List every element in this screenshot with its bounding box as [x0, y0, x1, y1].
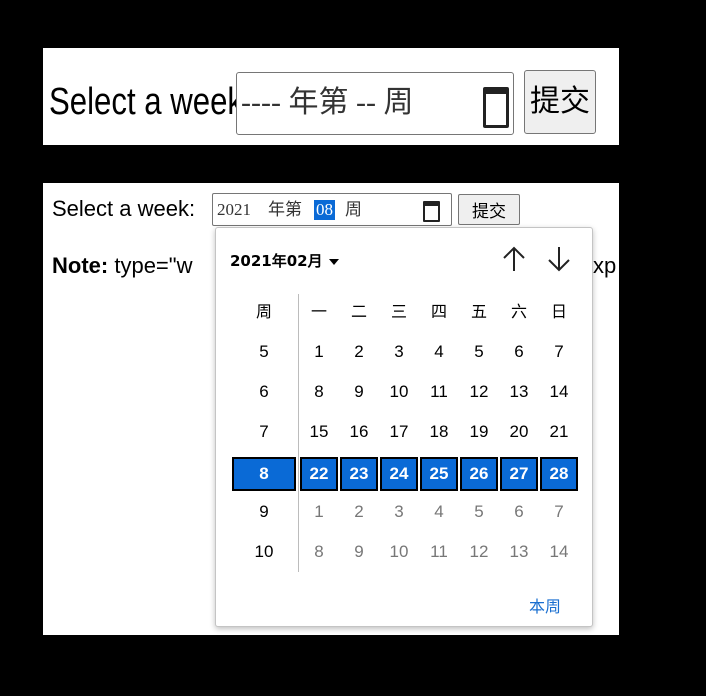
chevron-down-icon	[328, 258, 339, 265]
day-cell[interactable]: 13	[500, 375, 538, 409]
week-number-cell[interactable]: 10	[245, 535, 283, 569]
day-cell[interactable]: 6	[500, 495, 538, 529]
day-cell[interactable]: 14	[540, 535, 578, 569]
note-label: Note:	[52, 253, 109, 278]
weekday-header: 五	[470, 302, 487, 321]
previous-month-button[interactable]	[499, 244, 529, 274]
day-cell[interactable]: 10	[380, 535, 418, 569]
day-cell[interactable]: 22	[300, 457, 338, 491]
day-cell[interactable]: 28	[540, 457, 578, 491]
day-cell[interactable]: 20	[500, 415, 538, 449]
month-year-label: 2021年02月	[230, 252, 323, 270]
day-cell[interactable]: 6	[500, 335, 538, 369]
week-column-divider	[298, 294, 299, 572]
arrow-down-icon	[548, 247, 570, 272]
day-cell[interactable]: 13	[500, 535, 538, 569]
week-input-empty[interactable]: ---- 年第 -- 周	[236, 72, 514, 135]
day-cell[interactable]: 10	[380, 375, 418, 409]
day-cell[interactable]: 18	[420, 415, 458, 449]
day-cell[interactable]: 3	[380, 335, 418, 369]
day-cell[interactable]: 26	[460, 457, 498, 491]
this-week-button[interactable]: 本周	[529, 593, 561, 617]
day-cell[interactable]: 7	[540, 335, 578, 369]
day-cell[interactable]: 8	[300, 535, 338, 569]
day-cell[interactable]: 7	[540, 495, 578, 529]
week-picker-popup: 2021年02月 周一二三四五六日 5 1 2 3 4 5 6 7 6 8 9 10 11 12 13 14 7 1…	[215, 227, 593, 627]
zoomed-form-panel: Select a week: ---- 年第 -- 周 提交	[43, 48, 619, 145]
week-number-cell[interactable]: 9	[245, 495, 283, 529]
day-cell[interactable]: 21	[540, 415, 578, 449]
day-cell[interactable]: 9	[340, 535, 378, 569]
next-month-button[interactable]	[544, 244, 574, 274]
day-cell[interactable]: 4	[420, 495, 458, 529]
day-cell[interactable]: 9	[340, 375, 378, 409]
day-cell[interactable]: 14	[540, 375, 578, 409]
day-cell[interactable]: 11	[420, 375, 458, 409]
day-cell[interactable]: 15	[300, 415, 338, 449]
weekday-header: 四	[430, 302, 447, 321]
note-text: Note: type="w	[52, 253, 192, 279]
day-cell[interactable]: 5	[460, 335, 498, 369]
week-number-cell[interactable]: 7	[245, 415, 283, 449]
submit-button[interactable]: 提交	[524, 70, 596, 134]
day-cell[interactable]: 17	[380, 415, 418, 449]
arrow-up-icon	[503, 246, 525, 271]
day-cell[interactable]: 5	[460, 495, 498, 529]
submit-button[interactable]: 提交	[458, 194, 520, 225]
day-cell[interactable]: 2	[340, 335, 378, 369]
day-cell[interactable]: 19	[460, 415, 498, 449]
day-cell[interactable]: 1	[300, 335, 338, 369]
week-segment[interactable]: 08	[314, 200, 335, 220]
week-field-label: Select a week:	[52, 196, 196, 221]
note-text-tail: xp	[593, 253, 617, 278]
day-cell[interactable]: 11	[420, 535, 458, 569]
day-cell[interactable]: 23	[340, 457, 378, 491]
calendar-icon[interactable]	[423, 201, 440, 222]
weekday-header: 三	[390, 302, 407, 321]
year-suffix: 年第	[268, 200, 302, 219]
day-cell[interactable]: 4	[420, 335, 458, 369]
calendar-icon[interactable]	[483, 87, 509, 128]
week-number-cell[interactable]: 6	[245, 375, 283, 409]
day-cell[interactable]: 27	[500, 457, 538, 491]
weekday-header: 日	[550, 302, 567, 321]
week-number-cell[interactable]: 5	[245, 335, 283, 369]
day-cell[interactable]: 8	[300, 375, 338, 409]
year-segment[interactable]: 2021	[217, 200, 251, 220]
day-cell[interactable]: 2	[340, 495, 378, 529]
week-input[interactable]: 2021 年第 08 周	[212, 193, 452, 226]
week-input-placeholder: ---- 年第 -- 周	[241, 86, 414, 119]
day-cell[interactable]: 24	[380, 457, 418, 491]
week-suffix: 周	[345, 200, 362, 219]
month-year-selector[interactable]: 2021年02月	[230, 250, 339, 271]
week-number-cell[interactable]: 8	[232, 457, 296, 491]
day-cell[interactable]: 12	[460, 535, 498, 569]
day-cell[interactable]: 1	[300, 495, 338, 529]
note-body: type="w	[114, 253, 193, 278]
day-cell[interactable]: 16	[340, 415, 378, 449]
day-cell[interactable]: 12	[460, 375, 498, 409]
weekday-header: 一	[310, 302, 327, 321]
day-cell[interactable]: 3	[380, 495, 418, 529]
weekday-header: 六	[510, 302, 527, 321]
weekday-header: 二	[350, 302, 367, 321]
week-field-label: Select a week:	[49, 81, 252, 123]
week-column-header: 周	[255, 302, 272, 321]
day-cell[interactable]: 25	[420, 457, 458, 491]
